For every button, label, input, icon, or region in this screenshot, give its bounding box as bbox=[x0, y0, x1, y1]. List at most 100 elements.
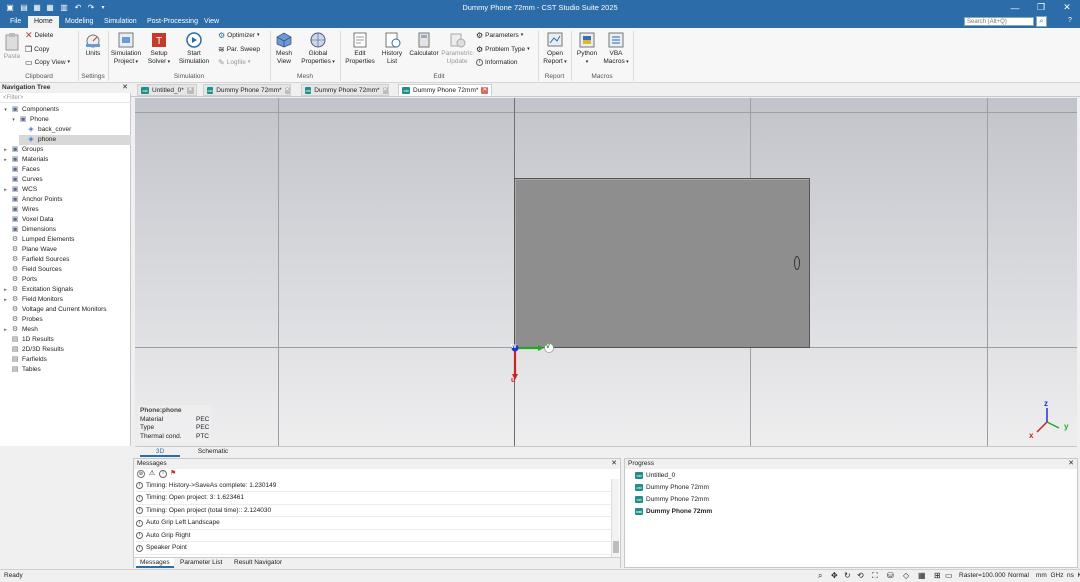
mesh-view-button[interactable]: Mesh View bbox=[272, 32, 296, 65]
doc-tab-dummy-phone-1[interactable]: cst Dummy Phone 72mm* ✕ bbox=[203, 84, 291, 96]
vba-macros-button[interactable]: VBA Macros ▾ bbox=[603, 32, 629, 66]
pan-icon[interactable]: ✥ bbox=[831, 570, 838, 582]
fit-icon[interactable]: ⛶ bbox=[872, 570, 878, 582]
units-button[interactable]: Units bbox=[82, 32, 104, 58]
copy-view-button[interactable]: ▭ Copy View ▾ bbox=[25, 58, 70, 67]
tree-item-ports[interactable]: ⚙ Ports bbox=[3, 275, 131, 285]
tab-file[interactable]: File bbox=[4, 16, 27, 28]
tree-item-components[interactable]: ▾ ▣ Components bbox=[3, 105, 131, 115]
close-icon[interactable]: ✕ bbox=[611, 459, 617, 469]
message-row[interactable]: i Auto Grip Left Landscape bbox=[136, 518, 611, 530]
tree-item-mesh[interactable]: ▸ ⚙ Mesh bbox=[3, 325, 131, 335]
copy-button[interactable]: ❐ Copy bbox=[25, 45, 49, 54]
tab-modeling[interactable]: Modeling bbox=[59, 16, 99, 28]
edit-properties-button[interactable]: Edit Properties bbox=[343, 32, 377, 65]
grid-icon[interactable]: ▦ bbox=[918, 570, 926, 582]
close-icon[interactable]: ✕ bbox=[186, 86, 194, 94]
help-icon[interactable]: ? bbox=[1068, 17, 1072, 24]
open-report-button[interactable]: Open Report ▾ bbox=[541, 32, 569, 66]
search-input[interactable]: Search (Alt+Q) bbox=[964, 17, 1034, 26]
calculator-button[interactable]: Calculator bbox=[407, 32, 441, 58]
tree-item-dimensions[interactable]: ▣ Dimensions bbox=[3, 225, 131, 235]
global-properties-button[interactable]: Global Properties ▾ bbox=[299, 32, 337, 66]
close-icon[interactable]: ✕ bbox=[122, 83, 128, 93]
setup-solver-button[interactable]: T Setup Solver ▾ bbox=[146, 32, 172, 66]
tree-item-farfield-sources[interactable]: ⚙ Farfield Sources bbox=[3, 255, 131, 265]
optimizer-button[interactable]: ⚙ Optimizer ▾ bbox=[218, 31, 260, 40]
tree-item-1d-results[interactable]: ▤ 1D Results bbox=[3, 335, 131, 345]
expand-arrow-icon[interactable]: ▸ bbox=[3, 325, 8, 335]
minimize-button[interactable]: — bbox=[1002, 0, 1028, 15]
expand-arrow-icon[interactable]: ▸ bbox=[3, 145, 8, 155]
3d-viewport[interactable]: w u v z y x Phone:phone Material PEC Type P… bbox=[135, 98, 1077, 446]
parametric-update-button[interactable]: Parametric Update bbox=[441, 32, 473, 65]
search-icon[interactable]: ⌕ bbox=[1036, 16, 1047, 27]
warning-icon[interactable]: ⚠ bbox=[148, 470, 156, 478]
expand-arrow-icon[interactable]: ▸ bbox=[3, 285, 8, 295]
expanded-arrow-icon[interactable]: ▾ bbox=[3, 105, 8, 115]
tree-item-faces[interactable]: ▣ Faces bbox=[3, 165, 131, 175]
tree-item-groups[interactable]: ▸ ▣ Groups bbox=[3, 145, 131, 155]
information-button[interactable]: i Information bbox=[476, 58, 518, 67]
tree-item-field-monitors[interactable]: ▸ ⚙ Field Monitors bbox=[3, 295, 131, 305]
zoom-icon[interactable]: ⌕ bbox=[818, 570, 822, 582]
tree-item-phone[interactable]: ◈ phone bbox=[19, 135, 131, 145]
tab-home[interactable]: Home bbox=[28, 16, 59, 28]
tree-item-field-sources[interactable]: ⚙ Field Sources bbox=[3, 265, 131, 275]
delete-button[interactable]: ✕ Delete bbox=[25, 31, 53, 40]
tree-item-voxel-data[interactable]: ▣ Voxel Data bbox=[3, 215, 131, 225]
tab-3d[interactable]: 3D bbox=[140, 447, 180, 457]
expand-arrow-icon[interactable]: ▸ bbox=[3, 185, 8, 195]
tree-item-plane-wave[interactable]: ⚙ Plane Wave bbox=[3, 245, 131, 255]
ruler-icon[interactable]: ▭ bbox=[945, 570, 953, 582]
tab-schematic[interactable]: Schematic bbox=[189, 447, 237, 457]
tree-item-probes[interactable]: ⚙ Probes bbox=[3, 315, 131, 325]
tree-item-wires[interactable]: ▣ Wires bbox=[3, 205, 131, 215]
history-list-button[interactable]: History List bbox=[379, 32, 405, 65]
parameters-button[interactable]: ⚙ Parameters ▾ bbox=[476, 31, 523, 40]
perspective-icon[interactable]: ◇ bbox=[903, 570, 909, 582]
clear-icon[interactable]: ⊘ bbox=[137, 470, 145, 478]
units-value[interactable]: mm GHz ns K bbox=[1036, 570, 1080, 582]
doc-tab-dummy-phone-active[interactable]: cst Dummy Phone 72mm* ✕ bbox=[398, 84, 492, 96]
logfile-button[interactable]: ✎ Logfile ▾ bbox=[218, 58, 250, 67]
info-icon[interactable]: i bbox=[159, 470, 167, 478]
problem-type-button[interactable]: ⚙ Problem Type ▾ bbox=[476, 45, 530, 54]
tab-simulation[interactable]: Simulation bbox=[98, 16, 143, 28]
tab-messages[interactable]: Messages bbox=[136, 558, 174, 568]
scroll-thumb[interactable] bbox=[613, 541, 619, 553]
tree-item-curves[interactable]: ▣ Curves bbox=[3, 175, 131, 185]
tree-item-voltage-and-current-monitors[interactable]: ⚙ Voltage and Current Monitors bbox=[3, 305, 131, 315]
close-icon[interactable]: ✕ bbox=[481, 86, 489, 94]
message-row[interactable]: i Timing: Open project (total time):: 2.1… bbox=[136, 505, 611, 517]
tree-item-phone[interactable]: ▾ ▣ Phone bbox=[11, 115, 131, 125]
par-sweep-button[interactable]: ≋ Par. Sweep bbox=[218, 45, 260, 54]
tab-view[interactable]: View bbox=[198, 16, 225, 28]
tree-item-farfields[interactable]: ▤ Farfields bbox=[3, 355, 131, 365]
tab-result-navigator[interactable]: Result Navigator bbox=[230, 558, 286, 568]
close-window-button[interactable]: ✕ bbox=[1054, 0, 1080, 15]
error-filter-icon[interactable]: ⚑ bbox=[170, 470, 178, 478]
tree-item-lumped-elements[interactable]: ⚙ Lumped Elements bbox=[3, 235, 131, 245]
paste-button[interactable]: Paste bbox=[3, 33, 21, 61]
snap-icon[interactable]: ⊞ bbox=[934, 570, 941, 582]
tree-item-materials[interactable]: ▸ ▣ Materials bbox=[3, 155, 131, 165]
progress-item[interactable]: cst Dummy Phone 72mm bbox=[635, 494, 709, 505]
tab-parameter-list[interactable]: Parameter List bbox=[176, 558, 226, 568]
nav-filter-input[interactable]: <Filter> bbox=[0, 93, 131, 103]
doc-tab-dummy-phone-2[interactable]: cst Dummy Phone 72mm* ✕ bbox=[301, 84, 389, 96]
tree-item-back-cover[interactable]: ◈ back_cover bbox=[19, 125, 131, 135]
progress-item[interactable]: cst Dummy Phone 72mm bbox=[635, 506, 712, 517]
progress-item[interactable]: cst Dummy Phone 72mm bbox=[635, 482, 709, 493]
message-row[interactable]: i Timing: History->SaveAs complete: 1.230… bbox=[136, 480, 611, 492]
message-row[interactable]: i Speaker Point bbox=[136, 543, 611, 555]
tree-item-wcs[interactable]: ▸ ▣ WCS bbox=[3, 185, 131, 195]
expand-arrow-icon[interactable]: ▸ bbox=[3, 155, 8, 165]
refresh-icon[interactable]: ⟲ bbox=[857, 570, 864, 582]
expanded-arrow-icon[interactable]: ▾ bbox=[11, 115, 16, 125]
start-simulation-button[interactable]: Start Simulation bbox=[178, 32, 210, 65]
tree-item-2d-3d-results[interactable]: ▤ 2D/3D Results bbox=[3, 345, 131, 355]
expand-arrow-icon[interactable]: ▸ bbox=[3, 295, 8, 305]
python-button[interactable]: Python ▾ bbox=[574, 32, 600, 66]
simulation-project-button[interactable]: Simulation Project ▾ bbox=[110, 32, 142, 66]
